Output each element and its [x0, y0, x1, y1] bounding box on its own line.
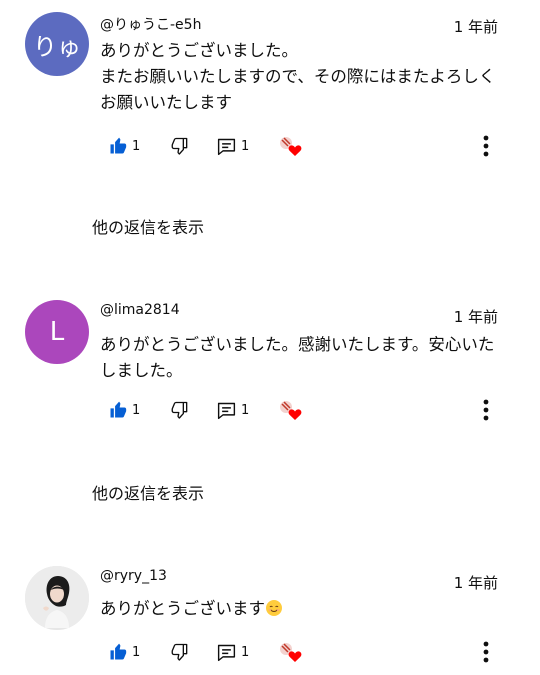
comment-icon	[216, 642, 237, 663]
reply-count: 1	[241, 138, 250, 154]
like-count: 1	[132, 402, 141, 418]
more-vert-icon	[474, 641, 498, 669]
thumb-down-outline-icon	[170, 642, 190, 662]
more-button[interactable]	[474, 397, 498, 427]
creator-heart	[278, 640, 304, 664]
reply-button[interactable]: 1	[216, 134, 249, 158]
comment-time[interactable]: 1 年前	[454, 16, 498, 37]
comment-actions: 1 1	[108, 134, 498, 158]
author-handle[interactable]: @りゅうこ-e5h	[100, 14, 201, 34]
more-button[interactable]	[474, 133, 498, 163]
dislike-button[interactable]	[170, 640, 190, 664]
author-handle[interactable]: @ryry_13	[100, 568, 167, 584]
thumb-up-filled-icon	[108, 400, 128, 420]
comment-actions: 1 1	[108, 398, 498, 422]
thumb-down-outline-icon	[170, 400, 190, 420]
comment-text: ありがとうございます	[100, 596, 500, 622]
smiling-face-emoji-icon	[266, 600, 282, 616]
creator-heart-icon	[278, 134, 304, 158]
creator-heart	[278, 398, 304, 422]
reply-button[interactable]: 1	[216, 640, 249, 664]
more-button[interactable]	[474, 639, 498, 669]
comment-time[interactable]: 1 年前	[454, 572, 498, 593]
thumb-down-outline-icon	[170, 136, 190, 156]
avatar[interactable]: りゅ	[25, 12, 89, 76]
reply-count: 1	[241, 402, 250, 418]
avatar[interactable]: L	[25, 300, 89, 364]
thumb-up-filled-icon	[108, 642, 128, 662]
more-vert-icon	[474, 135, 498, 163]
like-count: 1	[132, 644, 141, 660]
profile-photo-icon	[25, 566, 89, 630]
comment-text: ありがとうございました。 またお願いいたしますので、その際にはまたよろしくお願い…	[100, 41, 496, 112]
reply-count: 1	[241, 644, 250, 660]
more-vert-icon	[474, 399, 498, 427]
avatar-initial: りゅ	[33, 32, 81, 61]
reply-button[interactable]: 1	[216, 398, 249, 422]
like-button[interactable]: 1	[108, 398, 140, 422]
comment-icon	[216, 400, 237, 421]
dislike-button[interactable]	[170, 134, 190, 158]
like-button[interactable]: 1	[108, 134, 140, 158]
creator-heart-icon	[278, 398, 304, 422]
comment-text: ありがとうございました。感謝いたします。安心いたしました。	[100, 335, 495, 380]
show-more-replies-button[interactable]: 他の返信を表示	[92, 214, 204, 238]
show-more-replies-button[interactable]: 他の返信を表示	[92, 480, 204, 504]
comment-actions: 1 1	[108, 640, 498, 664]
creator-heart-icon	[278, 640, 304, 664]
like-count: 1	[132, 138, 141, 154]
comment-icon	[216, 136, 237, 157]
avatar-initial: L	[49, 317, 65, 347]
comment-time[interactable]: 1 年前	[454, 306, 498, 327]
creator-heart	[278, 134, 304, 158]
thumb-up-filled-icon	[108, 136, 128, 156]
comment-text-content: ありがとうございます	[100, 599, 265, 618]
avatar[interactable]	[25, 566, 89, 630]
dislike-button[interactable]	[170, 398, 190, 422]
like-button[interactable]: 1	[108, 640, 140, 664]
author-handle[interactable]: @lima2814	[100, 302, 180, 318]
